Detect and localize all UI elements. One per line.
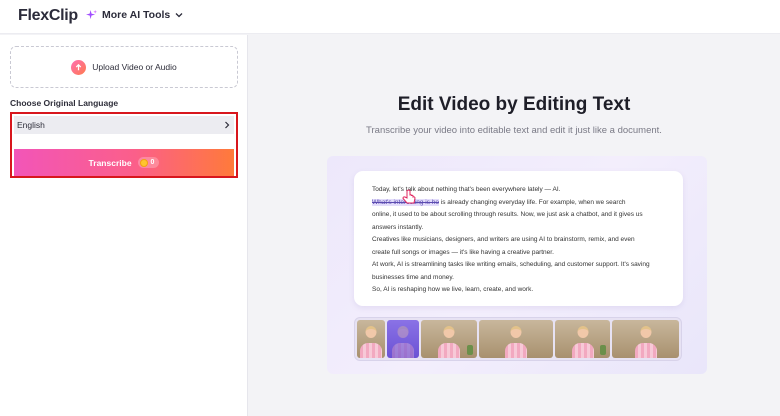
language-select[interactable]: English (14, 116, 234, 134)
video-frame (612, 320, 679, 358)
credit-badge: 0 (137, 157, 160, 168)
language-value: English (17, 120, 45, 130)
video-frame (479, 320, 553, 358)
more-ai-tools-menu[interactable]: More AI Tools (86, 9, 183, 21)
transcript-line: So, AI is reshaping how we live, learn, … (372, 286, 534, 293)
upload-icon (71, 59, 87, 75)
video-frame-selected (386, 320, 420, 358)
transcribe-button[interactable]: Transcribe 0 (14, 149, 234, 176)
highlighted-region: English Transcribe 0 (10, 112, 238, 178)
video-frame (421, 320, 478, 358)
credit-count: 0 (150, 159, 155, 166)
chevron-right-icon (225, 121, 230, 129)
chevron-down-icon (175, 13, 183, 18)
flexclip-logo[interactable]: FlexClip (18, 7, 78, 25)
transcript-line: businesses time and money. (372, 273, 454, 281)
transcript-line: Creatives like musicians, designers, and… (372, 236, 635, 243)
sparkle-icon (86, 9, 97, 19)
video-filmstrip[interactable] (354, 317, 682, 361)
more-ai-tools-label: More AI Tools (102, 9, 171, 21)
video-frame (357, 320, 385, 358)
page-title: Edit Video by Editing Text (397, 94, 631, 115)
transcribe-label: Transcribe (88, 157, 132, 168)
hand-cursor-icon (402, 189, 416, 204)
coin-icon (139, 158, 148, 167)
language-heading: Choose Original Language (10, 98, 119, 108)
transcript-line: create full songs or images — it's like … (372, 248, 554, 256)
page-subtitle: Transcribe your video into editable text… (366, 125, 662, 136)
video-frame (554, 320, 611, 358)
top-bar: FlexClip More AI Tools (0, 0, 780, 34)
transcript-line: At work, AI is streamlining tasks like w… (372, 261, 650, 268)
transcript-line: online, it used to be about scrolling th… (372, 211, 643, 218)
left-panel: Upload Video or Audio Choose Original La… (0, 35, 248, 416)
transcript-line: answers instantly. (372, 223, 424, 231)
logo-text: FlexClip (18, 7, 78, 24)
upload-label: Upload Video or Audio (92, 62, 177, 72)
upload-video-button[interactable]: Upload Video or Audio (10, 46, 238, 88)
